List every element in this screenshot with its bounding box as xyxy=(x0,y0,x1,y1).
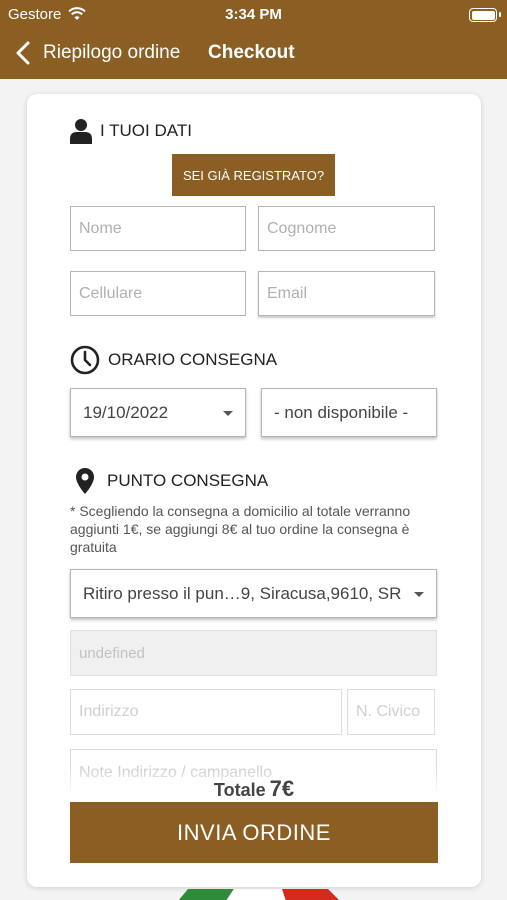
location-pin-icon xyxy=(75,467,95,495)
delivery-time-heading: ORARIO CONSEGNA xyxy=(70,345,277,375)
delivery-fee-note: * Scegliendo la consegna a domicilio al … xyxy=(70,503,411,555)
back-chevron-icon[interactable] xyxy=(12,40,36,66)
delivery-time-heading-label: ORARIO CONSEGNA xyxy=(108,350,278,369)
surname-field[interactable]: Cognome xyxy=(258,206,435,251)
civic-number-field[interactable]: N. Civico xyxy=(347,689,435,735)
total-amount: 7€ xyxy=(269,776,295,801)
chevron-down-icon xyxy=(223,410,233,416)
battery-icon xyxy=(469,8,501,22)
status-bar: Gestore 3:34 PM xyxy=(0,4,507,24)
clock-icon xyxy=(70,345,100,375)
address-field[interactable]: Indirizzo xyxy=(70,689,342,735)
time-select[interactable]: - non disponibile - xyxy=(261,388,437,437)
header-bar: Gestore 3:34 PM Riepilogo ordine Checkou… xyxy=(0,0,507,79)
order-total: Totale 7€ xyxy=(27,776,481,802)
time-select-value: - non disponibile - xyxy=(274,402,409,422)
email-field[interactable]: Email xyxy=(258,271,435,316)
date-select[interactable]: 19/10/2022 xyxy=(70,388,246,437)
mobile-field[interactable]: Cellulare xyxy=(70,271,246,316)
personal-data-heading-label: I TUOI DATI xyxy=(100,121,192,140)
italian-flag-graphic xyxy=(178,888,340,900)
chevron-down-icon xyxy=(414,591,424,597)
delivery-point-select[interactable]: Ritiro presso il pun…9, Siracusa,9610, S… xyxy=(70,569,437,618)
delivery-point-heading: PUNTO CONSEGNA xyxy=(75,467,268,495)
total-label: Totale xyxy=(213,780,266,800)
user-icon xyxy=(70,118,92,144)
back-button[interactable]: Riepilogo ordine xyxy=(43,42,180,64)
personal-data-heading: I TUOI DATI xyxy=(70,118,192,144)
navigation-bar: Riepilogo ordine Checkout xyxy=(0,38,507,68)
disabled-delivery-field: undefined xyxy=(70,630,437,676)
delivery-point-heading-label: PUNTO CONSEGNA xyxy=(107,471,269,490)
name-field[interactable]: Nome xyxy=(70,206,246,251)
submit-order-button[interactable]: INVIA ORDINE xyxy=(70,802,438,863)
checkout-form-card: I TUOI DATI SEI GIÀ REGISTRATO? Nome Cog… xyxy=(27,94,481,887)
page-title: Checkout xyxy=(208,42,295,63)
status-time: 3:34 PM xyxy=(225,6,282,23)
delivery-point-select-value: Ritiro presso il pun…9, Siracusa,9610, S… xyxy=(83,583,402,603)
already-registered-button[interactable]: SEI GIÀ REGISTRATO? xyxy=(172,154,335,196)
date-select-value: 19/10/2022 xyxy=(83,402,169,422)
